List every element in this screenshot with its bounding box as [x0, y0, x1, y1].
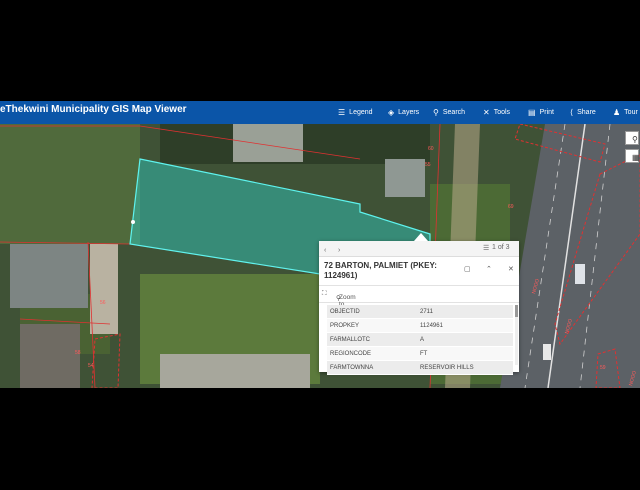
- building-roof: [385, 159, 425, 197]
- table-row: FARMALLOTC A: [327, 332, 513, 347]
- nav-search-button[interactable]: ⚲ Search: [433, 101, 465, 124]
- attribute-key: PROPKEY: [327, 318, 417, 333]
- driveway: [90, 244, 118, 334]
- nav-layers-button[interactable]: ◈ Layers: [388, 101, 419, 124]
- print-icon: ▤: [528, 108, 536, 117]
- building-roof: [10, 244, 88, 308]
- building-roof: [20, 324, 80, 388]
- parcel-label: 56: [100, 300, 106, 306]
- feature-count: 1 of 3: [492, 244, 510, 251]
- building-roof: [233, 124, 303, 162]
- table-row: OBJECTID 2711: [327, 305, 513, 319]
- attribute-table: OBJECTID 2711 PROPKEY 1124961 FARMALLOTC A …: [327, 305, 513, 375]
- chevron-up-icon: ⌃: [486, 266, 492, 273]
- popup-title: 72 BARTON, PALMIET (PKEY: 1124961): [324, 261, 437, 280]
- attribute-key: FARMALLOTC: [327, 332, 417, 347]
- legend-icon: ☰: [338, 108, 346, 117]
- qr-code-button[interactable]: ▦: [625, 149, 640, 163]
- layers-icon: ◈: [388, 108, 395, 117]
- dock-icon: ▢: [464, 266, 471, 273]
- app-title: eThekwini Municipality GIS Map Viewer: [0, 104, 187, 115]
- close-button[interactable]: ✕: [508, 265, 514, 273]
- vehicle: [575, 264, 585, 284]
- nav-label: Print: [539, 109, 554, 116]
- app-window: eThekwini Municipality GIS Map Viewer ☰ …: [0, 101, 640, 388]
- search-icon: ⚲: [433, 108, 439, 117]
- nav-tour-button[interactable]: ♟ Tour: [613, 101, 638, 124]
- parcel-label: 54: [88, 363, 94, 369]
- app-header: eThekwini Municipality GIS Map Viewer ☰ …: [0, 101, 640, 124]
- popup-pager-bar: ‹ › 1 of 3 ☰: [319, 241, 519, 257]
- attribute-key: FARMTOWNNA: [327, 360, 417, 375]
- popup-scrollbar[interactable]: [515, 305, 518, 365]
- nav-print-button[interactable]: ▤ Print: [528, 101, 554, 124]
- qr-code-icon: ▦: [632, 153, 640, 162]
- attribute-value: RESERVOIR HILLS: [417, 360, 513, 375]
- parcel-label: 58: [75, 350, 81, 356]
- nav-legend-button[interactable]: ☰ Legend: [338, 101, 373, 124]
- nav-label: Legend: [349, 109, 373, 116]
- nav-tools-button[interactable]: ✕ Tools: [483, 101, 510, 124]
- table-row: REGIONCODE FT: [327, 346, 513, 361]
- attribute-value: FT: [417, 346, 513, 361]
- nav-label: Tools: [493, 109, 511, 116]
- attribute-value: 1124961: [417, 318, 513, 333]
- nav-label: Layers: [398, 109, 420, 116]
- select-icon[interactable]: ⛶: [322, 290, 327, 298]
- collapse-button[interactable]: ⌃: [486, 265, 492, 273]
- attribute-key: REGIONCODE: [327, 346, 417, 361]
- parcel-label: 69: [508, 204, 514, 210]
- search-icon: ⚲: [632, 135, 638, 144]
- feature-list-icon[interactable]: ☰: [483, 244, 489, 252]
- table-row: PROPKEY 1124961: [327, 318, 513, 333]
- nav-label: Search: [442, 109, 466, 116]
- table-row: FARMTOWNNA RESERVOIR HILLS: [327, 360, 513, 375]
- chevron-left-icon: ‹: [324, 247, 327, 254]
- nav-label: Tour: [624, 109, 638, 116]
- vehicle: [543, 344, 551, 360]
- vegetation-area: [0, 124, 140, 244]
- attribute-value: 2711: [417, 305, 513, 319]
- nav-label: Share: [577, 109, 596, 116]
- map-search-button[interactable]: ⚲: [625, 131, 639, 145]
- scrollbar-thumb[interactable]: [515, 305, 518, 317]
- chevron-right-icon: ›: [338, 247, 341, 254]
- tools-icon: ✕: [483, 108, 490, 117]
- dock-button[interactable]: ▢: [464, 265, 471, 273]
- parcel-label: 60: [428, 146, 434, 152]
- popup-actions: ⛶ ⚲ Zoom to: [319, 285, 519, 308]
- attribute-value: A: [417, 332, 513, 347]
- attribute-key: OBJECTID: [327, 305, 417, 319]
- popup-pointer: [414, 233, 428, 241]
- vertex-handle[interactable]: [131, 220, 135, 224]
- tour-icon: ♟: [613, 108, 621, 117]
- parcel-label: 59: [600, 365, 606, 371]
- nav-share-button[interactable]: ⟨ Share: [570, 101, 596, 124]
- share-icon: ⟨: [570, 108, 574, 117]
- feature-popup: ‹ › 1 of 3 ☰ 72 BARTON, PALMIET (PKEY: 1…: [319, 233, 519, 375]
- close-icon: ✕: [508, 266, 514, 273]
- building-roof: [160, 354, 310, 388]
- parcel-label: 55: [425, 162, 431, 168]
